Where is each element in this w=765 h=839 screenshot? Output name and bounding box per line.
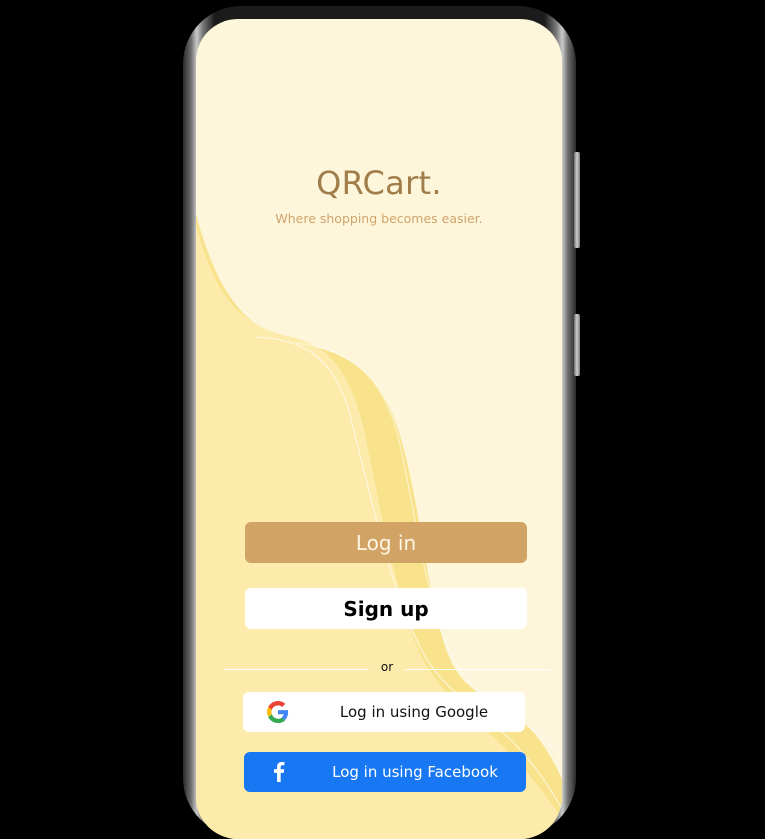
google-login-label: Log in using Google bbox=[339, 703, 489, 721]
divider-line-left bbox=[224, 669, 369, 670]
app-title: QRCart. bbox=[316, 164, 442, 202]
login-button-label: Log in bbox=[355, 530, 417, 555]
facebook-login-button[interactable]: Log in using Facebook bbox=[244, 752, 526, 792]
facebook-logo-icon bbox=[268, 761, 290, 783]
divider-or: or bbox=[380, 660, 394, 674]
login-button[interactable]: Log in bbox=[245, 522, 527, 563]
power-button bbox=[574, 314, 580, 376]
signup-button[interactable]: Sign up bbox=[245, 588, 527, 629]
google-logo-icon bbox=[267, 701, 289, 723]
signup-button-label: Sign up bbox=[343, 596, 429, 621]
volume-button bbox=[574, 152, 580, 248]
google-login-button[interactable]: Log in using Google bbox=[243, 692, 525, 732]
app-screen: QRCart. Where shopping becomes easier. L… bbox=[196, 19, 562, 839]
phone-frame: QRCart. Where shopping becomes easier. L… bbox=[183, 6, 580, 839]
app-tagline: Where shopping becomes easier. bbox=[275, 211, 483, 226]
divider-line-right bbox=[405, 669, 550, 670]
facebook-login-label: Log in using Facebook bbox=[332, 763, 498, 781]
